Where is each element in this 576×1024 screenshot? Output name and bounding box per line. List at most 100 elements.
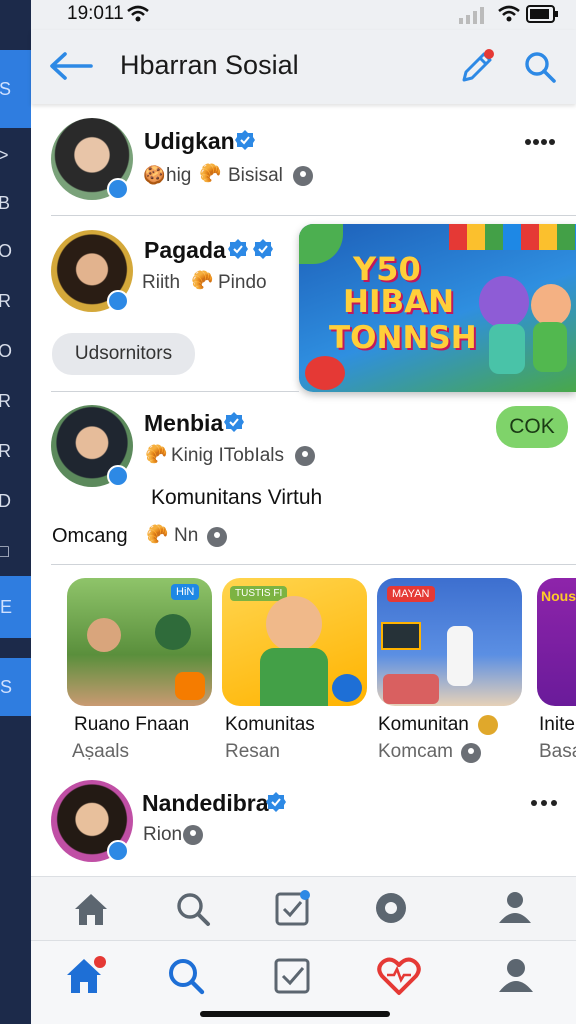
status-bar: 19:011 bbox=[31, 0, 576, 30]
search-icon[interactable] bbox=[175, 891, 211, 927]
community-card[interactable]: TUSTIS FI bbox=[222, 578, 367, 706]
battery-icon bbox=[526, 5, 558, 23]
checklist-icon[interactable] bbox=[273, 957, 311, 995]
location-pin-icon bbox=[293, 166, 313, 186]
search-icon[interactable] bbox=[167, 957, 205, 995]
tomato-decoration bbox=[305, 356, 345, 390]
back-arrow-icon[interactable] bbox=[49, 52, 93, 80]
home-indicator bbox=[200, 1011, 390, 1017]
post-meta: Bisisal bbox=[228, 165, 283, 186]
bread-icon: 🥐 bbox=[145, 444, 168, 464]
promo-banner[interactable]: Y50 HIBAN TONNSH bbox=[299, 224, 576, 392]
community-card[interactable]: HiN bbox=[67, 578, 212, 706]
wifi-icon bbox=[498, 5, 520, 22]
post-meta: Kinig ITobIals bbox=[171, 445, 285, 466]
search-icon[interactable] bbox=[523, 50, 557, 84]
location-pin-icon bbox=[461, 743, 481, 763]
profile-icon[interactable] bbox=[497, 956, 535, 994]
post-description: Komunitans Virtuh bbox=[151, 486, 323, 509]
more-icon[interactable] bbox=[524, 137, 556, 147]
banner-line: HIBAN bbox=[343, 284, 455, 320]
card-subtitle: Komcam bbox=[378, 741, 453, 762]
sofa-figure bbox=[383, 674, 439, 704]
rail-highlight-mid[interactable]: E bbox=[0, 576, 31, 638]
location-pin-icon bbox=[295, 446, 315, 466]
rail-glyph: R bbox=[0, 441, 11, 461]
mascot-character bbox=[533, 322, 567, 372]
mascot-character bbox=[479, 276, 529, 328]
rail-glyph: R bbox=[0, 291, 11, 311]
card-title[interactable]: Inite bbox=[539, 714, 575, 736]
card-badge: HiN bbox=[171, 584, 200, 600]
home-icon[interactable] bbox=[72, 891, 110, 927]
post-author[interactable]: Menbia bbox=[144, 410, 223, 437]
verified-badge-icon bbox=[107, 178, 129, 200]
person-figure bbox=[447, 626, 473, 686]
ok-button[interactable]: COK bbox=[496, 406, 568, 448]
post-author[interactable]: Udigkan bbox=[144, 128, 235, 155]
post-meta: hig bbox=[166, 165, 192, 186]
checklist-icon[interactable] bbox=[274, 889, 312, 927]
card-badge: Nous bbox=[541, 588, 576, 604]
card-title[interactable]: Komunitan bbox=[378, 714, 469, 736]
post-meta: Pindo bbox=[218, 272, 267, 293]
community-card[interactable]: ΜΑΥΑΝ bbox=[377, 578, 522, 706]
post-tag: Omcang bbox=[52, 525, 128, 547]
page-title: Hbarran Sosial bbox=[120, 50, 299, 80]
secondary-nav-bar bbox=[31, 876, 576, 940]
rail-highlight-top[interactable]: S bbox=[0, 50, 31, 128]
card-subtitle: Aṣaals bbox=[72, 741, 130, 762]
profile-icon[interactable] bbox=[497, 889, 533, 925]
home-icon[interactable] bbox=[64, 955, 108, 997]
mascot-character bbox=[531, 284, 571, 326]
card-badge: ΜΑΥΑΝ bbox=[387, 586, 435, 602]
verified-badge-icon bbox=[107, 290, 129, 312]
verified-badge-icon bbox=[235, 130, 255, 150]
rail-glyph: O bbox=[0, 241, 13, 261]
divider bbox=[51, 391, 299, 392]
card-subtitle: Resan bbox=[225, 741, 280, 762]
rail-glyph: B bbox=[0, 193, 11, 213]
verified-badge-icon bbox=[253, 239, 273, 259]
screen-figure bbox=[381, 622, 421, 650]
card-title[interactable]: Komunitas bbox=[225, 714, 315, 736]
leaf-decoration bbox=[299, 224, 343, 264]
post-author[interactable]: Nandedibra bbox=[142, 790, 269, 817]
tv-icon bbox=[175, 672, 205, 700]
post-author[interactable]: Pagada bbox=[144, 237, 226, 264]
signal-icon bbox=[459, 7, 484, 24]
awning-decoration bbox=[449, 224, 576, 250]
verified-badge-icon bbox=[224, 412, 244, 432]
more-icon[interactable] bbox=[530, 798, 558, 808]
verified-badge-icon bbox=[107, 840, 129, 862]
banner-line: Y50 bbox=[353, 250, 421, 288]
mascot-character bbox=[489, 324, 525, 374]
settings-icon[interactable] bbox=[373, 890, 409, 926]
rail-glyph: > bbox=[0, 145, 9, 165]
verified-badge-icon bbox=[266, 792, 286, 812]
bread-icon: 🥐 bbox=[191, 270, 214, 290]
post-meta: Riith bbox=[142, 272, 181, 293]
banner-line: TONNSH bbox=[329, 320, 477, 356]
chip-button[interactable]: Udsornitors bbox=[52, 333, 195, 375]
rocket-icon bbox=[332, 674, 362, 702]
person-figure bbox=[87, 618, 121, 652]
app-header: Hbarran Sosial bbox=[31, 30, 576, 104]
post-meta: Rion bbox=[143, 824, 183, 845]
community-card[interactable]: Nous bbox=[537, 578, 576, 706]
edit-pencil-icon[interactable] bbox=[459, 48, 497, 84]
person-figure bbox=[266, 596, 322, 652]
rail-glyph: O bbox=[0, 341, 13, 361]
person-figure bbox=[260, 648, 328, 706]
rail-highlight-low[interactable]: S bbox=[0, 658, 31, 716]
rail-glyph: R bbox=[0, 391, 11, 411]
coin-icon: 🍪 bbox=[143, 165, 166, 185]
wifi-icon bbox=[127, 5, 149, 22]
card-subtitle: Basa bbox=[539, 741, 576, 762]
person-figure bbox=[155, 614, 191, 650]
location-pin-icon bbox=[207, 527, 227, 547]
heart-icon[interactable] bbox=[377, 956, 421, 996]
card-title[interactable]: Ruano Fnaan bbox=[74, 714, 189, 736]
post-meta: Nn bbox=[174, 525, 199, 546]
side-rail: S > B O R O R R D □ E S bbox=[0, 0, 31, 1024]
